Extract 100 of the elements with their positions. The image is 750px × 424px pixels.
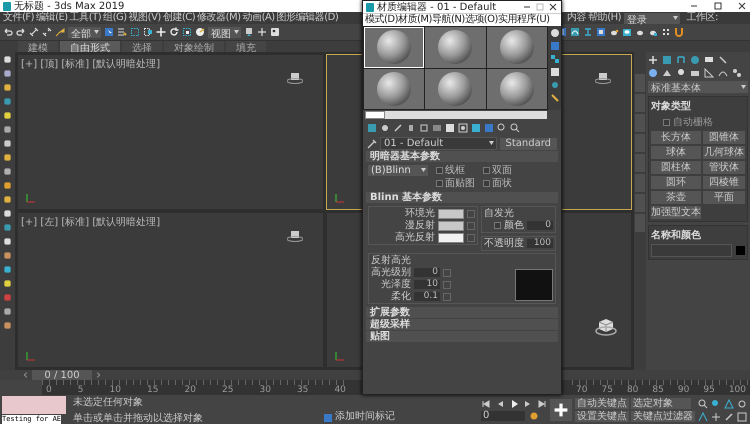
sample-type-icon[interactable] xyxy=(550,28,560,38)
orbit-icon[interactable] xyxy=(737,398,747,408)
menu-item[interactable]: 模式(D) xyxy=(365,14,398,26)
spinner-field[interactable]: 100 xyxy=(527,239,553,248)
object-type-button[interactable]: 平面 xyxy=(703,191,745,204)
current-frame-field[interactable]: 0 xyxy=(481,411,525,421)
select-icon[interactable] xyxy=(104,27,114,37)
material-type-button[interactable]: Standard xyxy=(500,138,557,150)
spinner-field[interactable]: 0 xyxy=(414,268,440,277)
motion-icon[interactable] xyxy=(690,55,700,65)
color-swatch[interactable] xyxy=(438,220,464,230)
viewcube-icon[interactable] xyxy=(286,229,302,243)
shader-dropdown[interactable]: (B)Blinn xyxy=(368,165,428,176)
rollout-title[interactable]: 对象类型 xyxy=(651,99,745,113)
move-icon[interactable] xyxy=(156,27,166,37)
menu-item[interactable]: 图形编辑器(D) xyxy=(276,12,340,24)
menu-item[interactable]: 文件(F) xyxy=(2,12,36,24)
set-key-mode-button[interactable]: 设置关键点 xyxy=(575,411,629,422)
play-icon[interactable] xyxy=(509,399,519,409)
menu-item[interactable]: 组(G) xyxy=(102,12,128,24)
placement-icon[interactable] xyxy=(195,27,205,37)
menu-item[interactable]: 编辑(E) xyxy=(35,12,69,24)
ribbon-tab[interactable]: 填充 xyxy=(226,41,266,52)
time-tag-label[interactable]: 添加时间标记 xyxy=(335,409,395,423)
square-icon[interactable] xyxy=(3,69,12,78)
viewport[interactable]: [+] [顶] [标准] [默认明暗处理] xyxy=(17,54,324,210)
spinner-field[interactable]: 10 xyxy=(414,280,440,289)
menu-item[interactable]: 实用程序(U) xyxy=(498,14,550,26)
material-slot[interactable] xyxy=(425,68,486,109)
show-map-icon[interactable] xyxy=(458,123,468,133)
link-icon[interactable] xyxy=(29,27,39,37)
menu-item[interactable]: 选项(O) xyxy=(464,14,498,26)
square-icon[interactable] xyxy=(3,237,12,246)
option-checkbox[interactable]: 双面 xyxy=(483,165,512,176)
object-type-button[interactable]: 四棱锥 xyxy=(703,176,745,189)
object-type-button[interactable]: 几何球体 xyxy=(703,146,745,159)
close-icon[interactable] xyxy=(548,2,558,12)
spinner-field[interactable]: 0 xyxy=(527,221,553,230)
snap-icon[interactable] xyxy=(270,27,280,37)
auto-key-button[interactable]: 自动关键点 xyxy=(575,398,629,409)
color-swatch[interactable] xyxy=(438,232,464,242)
zoom-all-icon[interactable] xyxy=(711,398,721,408)
teapot-icon[interactable] xyxy=(609,27,619,37)
material-slot[interactable] xyxy=(364,27,424,68)
spinner-field[interactable]: 0.1 xyxy=(414,292,440,301)
create-icon[interactable] xyxy=(648,55,658,65)
redo-icon[interactable] xyxy=(16,27,26,37)
autogrid-checkbox[interactable]: 自动栅格 xyxy=(651,115,745,129)
set-key-button[interactable] xyxy=(550,399,572,421)
viewport[interactable]: [+] [左] [标准] [默认明暗处理] xyxy=(17,212,324,368)
maximize-viewport-icon[interactable] xyxy=(737,412,747,422)
window-crossing-icon[interactable] xyxy=(143,27,153,37)
ribbon-tab[interactable]: 选择 xyxy=(122,41,162,52)
object-type-button[interactable]: 长方体 xyxy=(651,131,701,144)
user-dropdown[interactable]: 登录 xyxy=(624,12,680,24)
go-to-end-icon[interactable] xyxy=(537,399,547,409)
time-config-icon[interactable] xyxy=(529,411,539,421)
category-dropdown[interactable]: 标准基本体 xyxy=(648,81,748,93)
viewcube-icon[interactable] xyxy=(595,317,617,337)
object-type-button[interactable]: 茶壶 xyxy=(651,191,701,204)
maxscript-listener-field[interactable] xyxy=(2,396,66,414)
rollout-header[interactable]: Blinn 基本参数 xyxy=(366,192,558,203)
menu-item[interactable]: 动画(A) xyxy=(242,12,276,24)
ribbon-tab[interactable]: 自由形式 xyxy=(60,41,120,52)
render-frame-icon[interactable] xyxy=(622,27,632,37)
go-to-start-icon[interactable] xyxy=(481,399,491,409)
pick-icon[interactable] xyxy=(510,123,520,133)
copy-icon[interactable] xyxy=(419,123,429,133)
key-mode-dropdown[interactable]: 选定对象 xyxy=(631,398,691,409)
previous-frame-icon[interactable] xyxy=(22,371,30,380)
field-of-view-icon[interactable] xyxy=(698,412,708,422)
frame-counter[interactable]: 0 / 100 xyxy=(32,370,92,380)
helpers-icon[interactable] xyxy=(704,68,714,78)
object-type-button[interactable]: 球体 xyxy=(651,146,701,159)
geometry-icon[interactable] xyxy=(648,68,658,78)
object-color-swatch[interactable] xyxy=(736,246,745,255)
walk-icon[interactable] xyxy=(724,412,734,422)
maximize-icon[interactable] xyxy=(713,1,723,11)
option-checkbox[interactable]: 面状 xyxy=(483,178,512,189)
eyedropper-icon[interactable] xyxy=(367,138,377,148)
rollout-header[interactable]: 超级采样 xyxy=(366,319,558,330)
menu-item[interactable]: 材质(M) xyxy=(398,14,432,26)
viewport-label[interactable]: [+] [左] [标准] [默认明暗处理] xyxy=(21,215,160,229)
viewport-label[interactable]: [+] [顶] [标准] [默认明暗处理] xyxy=(21,57,160,71)
viewcube-icon[interactable] xyxy=(595,71,611,85)
menu-item[interactable]: 内容 xyxy=(566,12,588,24)
scrollbar[interactable] xyxy=(365,111,547,119)
close-icon[interactable] xyxy=(737,1,747,11)
unlink-icon[interactable] xyxy=(42,27,52,37)
color-swatch[interactable] xyxy=(438,208,464,218)
option-checkbox[interactable]: 线框 xyxy=(436,165,475,176)
menu-item[interactable]: 导航(N) xyxy=(432,14,465,26)
select-by-name-icon[interactable] xyxy=(117,27,127,37)
magnet-icon[interactable] xyxy=(674,27,684,37)
menu-item[interactable]: 帮助(H) xyxy=(587,12,622,24)
material-name-field[interactable]: 01 - Default xyxy=(380,137,496,150)
object-name-field[interactable] xyxy=(651,244,732,257)
menu-item[interactable]: 修改器(M) xyxy=(196,12,242,24)
rollout-header[interactable]: 明暗器基本参数 xyxy=(366,151,558,162)
material-editor-icon[interactable] xyxy=(583,27,593,37)
